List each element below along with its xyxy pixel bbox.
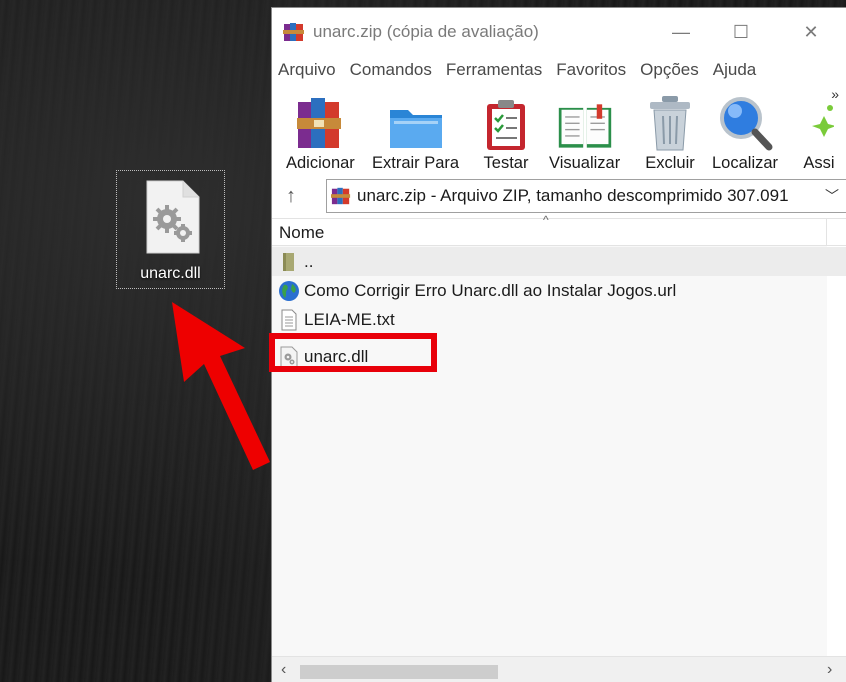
file-name: Como Corrigir Erro Unarc.dll ao Instalar… bbox=[304, 280, 677, 300]
list-item-parent[interactable]: .. bbox=[272, 247, 846, 276]
winrar-window: unarc.zip (cópia de avaliação) — ☐ ✕ Arq… bbox=[269, 7, 846, 682]
books-add-icon bbox=[292, 90, 348, 152]
toolbar-overflow-icon[interactable]: » bbox=[831, 86, 839, 102]
test-button[interactable]: Testar bbox=[478, 90, 534, 173]
scroll-right-icon[interactable]: › bbox=[827, 661, 832, 679]
file-name: LEIA-ME.txt bbox=[304, 309, 395, 329]
menu-favoritos[interactable]: Favoritos bbox=[556, 60, 626, 80]
minimize-button[interactable]: — bbox=[658, 8, 704, 56]
address-bar: ↑ unarc.zip - Arquivo ZIP, tamanho desco… bbox=[272, 176, 846, 216]
book-view-icon bbox=[557, 90, 613, 152]
dll-file-icon bbox=[141, 179, 201, 255]
file-name: .. bbox=[304, 251, 314, 271]
trash-icon bbox=[642, 90, 698, 152]
list-item-url[interactable]: Como Corrigir Erro Unarc.dll ao Instalar… bbox=[272, 276, 676, 305]
address-text: unarc.zip - Arquivo ZIP, tamanho descomp… bbox=[357, 186, 789, 205]
column-name-header[interactable]: Nome bbox=[279, 223, 324, 243]
menu-bar: Arquivo Comandos Ferramentas Favoritos O… bbox=[272, 56, 846, 84]
clipboard-test-icon bbox=[478, 90, 534, 152]
column-separator[interactable] bbox=[826, 219, 827, 247]
view-button[interactable]: Visualizar bbox=[549, 90, 620, 173]
menu-ferramentas[interactable]: Ferramentas bbox=[446, 60, 542, 80]
text-file-icon bbox=[277, 308, 301, 332]
red-highlight-box bbox=[269, 333, 437, 372]
red-arrow-annotation bbox=[172, 302, 270, 470]
delete-button[interactable]: Excluir bbox=[642, 90, 698, 173]
file-list-margin bbox=[827, 246, 846, 656]
file-list: .. Como Corrigir Erro Unarc.dll ao Insta… bbox=[269, 246, 846, 656]
menu-opcoes[interactable]: Opções bbox=[640, 60, 699, 80]
scrollbar-thumb[interactable] bbox=[300, 665, 498, 679]
desktop-file-unarc-dll[interactable]: unarc.dll bbox=[116, 170, 225, 289]
add-button[interactable]: Adicionar bbox=[286, 90, 355, 173]
close-button[interactable]: ✕ bbox=[788, 8, 834, 56]
window-title: unarc.zip (cópia de avaliação) bbox=[313, 22, 539, 41]
archive-icon bbox=[331, 187, 351, 205]
menu-arquivo[interactable]: Arquivo bbox=[278, 60, 336, 80]
list-item-txt[interactable]: LEIA-ME.txt bbox=[272, 305, 395, 334]
extract-to-button[interactable]: Extrair Para bbox=[372, 90, 459, 173]
scroll-left-icon[interactable]: ‹ bbox=[281, 661, 286, 679]
menu-ajuda[interactable]: Ajuda bbox=[713, 60, 756, 80]
horizontal-scrollbar[interactable]: ‹ › bbox=[272, 656, 846, 682]
menu-comandos[interactable]: Comandos bbox=[350, 60, 432, 80]
up-arrow-icon[interactable]: ↑ bbox=[286, 185, 310, 208]
maximize-button[interactable]: ☐ bbox=[718, 8, 764, 56]
address-field[interactable]: unarc.zip - Arquivo ZIP, tamanho descomp… bbox=[326, 179, 846, 213]
parent-folder-icon bbox=[277, 250, 301, 274]
toolbar: Adicionar Extrair Para Testar Visualizar… bbox=[272, 84, 846, 176]
winrar-app-icon bbox=[283, 23, 304, 41]
chevron-down-icon[interactable]: ﹀ bbox=[825, 186, 839, 206]
magnifier-icon bbox=[717, 90, 773, 152]
sort-ascending-icon: ^ bbox=[543, 213, 549, 227]
title-bar[interactable]: unarc.zip (cópia de avaliação) — ☐ ✕ bbox=[272, 8, 846, 56]
find-button[interactable]: Localizar bbox=[712, 90, 778, 173]
desktop-file-label: unarc.dll bbox=[140, 265, 201, 282]
wizard-button[interactable]: Assi bbox=[791, 90, 846, 173]
column-header: ^ Nome bbox=[272, 213, 846, 247]
folder-extract-icon bbox=[388, 90, 444, 152]
globe-icon bbox=[277, 279, 301, 303]
